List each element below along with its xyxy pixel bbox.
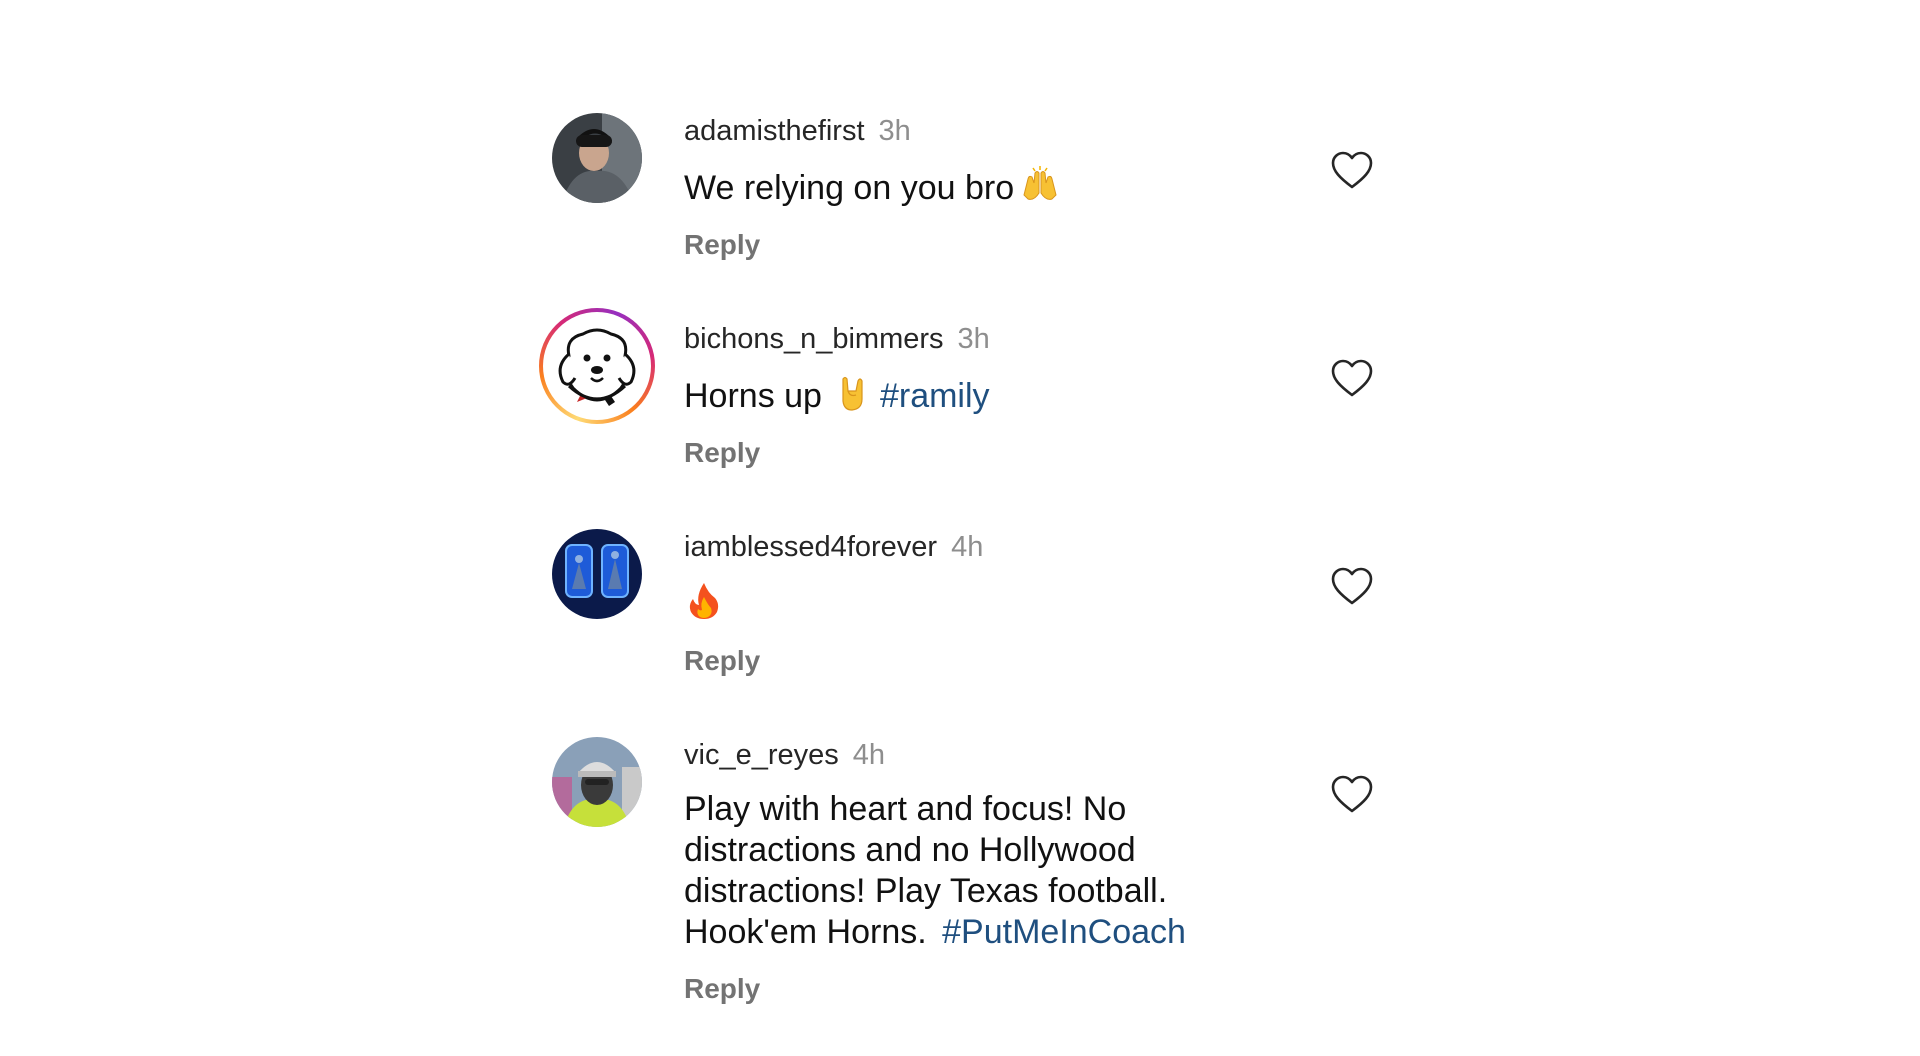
comment-text: Horns up #ramily	[684, 373, 1284, 417]
avatar[interactable]	[552, 113, 642, 203]
comment-username[interactable]: bichons_n_bimmers	[684, 323, 944, 355]
comment-time: 3h	[957, 323, 990, 355]
avatar-story-ring[interactable]	[539, 308, 655, 424]
like-heart-icon[interactable]	[1330, 358, 1374, 398]
comment-username[interactable]: adamisthefirst	[684, 115, 865, 147]
hashtag-link[interactable]: #ramily	[880, 377, 990, 415]
comment-username[interactable]: vic_e_reyes	[684, 739, 839, 771]
comment-time: 4h	[951, 531, 984, 563]
comment-text: Play with heart and focus! No distractio…	[684, 789, 1244, 953]
fire-emoji-icon	[684, 581, 724, 621]
comment-text: We relying on you bro	[684, 165, 1284, 209]
hashtag-link[interactable]: #PutMeInCoach	[942, 913, 1186, 951]
horns-hand-emoji-icon	[834, 373, 874, 413]
comment-time: 4h	[852, 739, 886, 771]
avatar[interactable]	[552, 737, 642, 827]
reply-button[interactable]: Reply	[684, 229, 1284, 261]
reply-button[interactable]: Reply	[684, 645, 1284, 677]
comment-text	[684, 581, 1284, 625]
reply-button[interactable]: Reply	[684, 437, 1284, 469]
comment-username[interactable]: iamblessed4forever	[684, 531, 937, 563]
comments-panel: adamisthefirst 3h We relying on you bro R…	[0, 0, 1920, 1056]
comment-text-body: We relying on you bro	[684, 169, 1015, 207]
comment-text-body: Horns up	[684, 377, 822, 415]
like-heart-icon[interactable]	[1330, 566, 1374, 606]
avatar[interactable]	[552, 529, 642, 619]
raising-hands-emoji-icon	[1020, 165, 1060, 205]
like-heart-icon[interactable]	[1330, 774, 1374, 814]
like-heart-icon[interactable]	[1330, 150, 1374, 190]
comment-time: 3h	[878, 115, 911, 147]
reply-button[interactable]: Reply	[684, 973, 1244, 1005]
cartoon-dog-avatar-icon	[549, 318, 645, 414]
